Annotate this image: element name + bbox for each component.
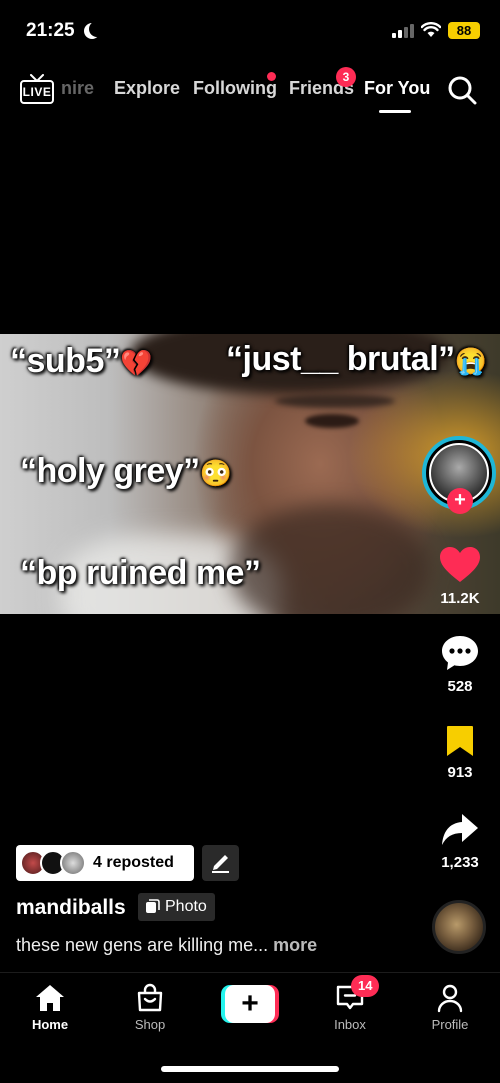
friends-badge: 3: [336, 67, 356, 87]
inbox-badge: 14: [351, 975, 380, 997]
tab-explore[interactable]: Explore: [114, 78, 180, 99]
active-tab-indicator: [379, 110, 411, 113]
share-arrow-icon: [442, 814, 478, 845]
like-count: 11.2K: [440, 590, 480, 607]
status-bar: 21:25 88: [0, 0, 500, 60]
more-link[interactable]: more: [273, 935, 317, 955]
search-icon[interactable]: [447, 75, 477, 105]
moon-icon: [89, 21, 105, 37]
flushed-emoji: 😳: [199, 458, 232, 488]
wifi-icon: [421, 22, 441, 37]
follow-button[interactable]: +: [447, 488, 473, 514]
post-username[interactable]: mandiballs: [16, 896, 126, 920]
top-nav: LIVE nire Explore Following Friends 3 Fo…: [0, 60, 500, 120]
photo-caption-4: “bp ruined me”: [20, 554, 261, 592]
bookmark-count: 913: [447, 764, 473, 781]
creator-avatar[interactable]: +: [422, 436, 496, 514]
tab-nire[interactable]: nire: [61, 78, 94, 99]
photo-type-tag: Photo: [138, 893, 215, 921]
battery-indicator: 88: [448, 22, 480, 39]
repost-avatar-3: [60, 850, 86, 876]
comment-icon: [442, 636, 478, 670]
pencil-icon: [212, 855, 229, 873]
profile-icon: [437, 984, 463, 1013]
nav-home[interactable]: Home: [10, 983, 90, 1032]
comment-count: 528: [447, 678, 473, 695]
like-button[interactable]: 11.2K: [420, 546, 500, 607]
nav-shop[interactable]: Shop: [110, 983, 190, 1032]
share-count: 1,233: [441, 854, 479, 871]
photo-stack-icon: [146, 899, 160, 913]
photo-caption-2: “just__ brutal”😭: [226, 340, 487, 378]
nav-profile[interactable]: Profile: [410, 983, 490, 1032]
photo-caption-3: “holy grey”😳: [20, 452, 232, 490]
tab-following[interactable]: Following: [193, 78, 277, 99]
share-button[interactable]: 1,233: [420, 812, 500, 871]
bookmark-button[interactable]: 913: [420, 724, 500, 781]
plus-icon: +: [225, 985, 275, 1023]
post-description[interactable]: these new gens are killing me... more: [16, 935, 317, 956]
live-button[interactable]: LIVE: [20, 74, 56, 104]
comment-button[interactable]: 528: [420, 634, 500, 695]
tab-for-you[interactable]: For You: [364, 78, 430, 99]
signal-icon: [392, 24, 414, 38]
repost-pill[interactable]: 4 reposted: [16, 845, 194, 881]
broken-heart-emoji: 💔: [120, 348, 153, 378]
bookmark-icon: [447, 726, 473, 756]
repost-label: 4 reposted: [93, 854, 174, 871]
crying-emoji: 😭: [454, 346, 487, 376]
shopping-bag-icon: [137, 983, 163, 1012]
photo-caption-1: “sub5”💔: [10, 342, 153, 380]
status-time: 21:25: [26, 20, 75, 41]
music-disc[interactable]: [432, 900, 486, 954]
create-button[interactable]: +: [221, 985, 279, 1023]
following-new-dot: [267, 72, 276, 81]
heart-icon: [440, 547, 480, 582]
home-indicator: [161, 1066, 339, 1072]
edit-button[interactable]: [202, 845, 239, 881]
home-icon: [36, 985, 64, 1011]
live-label: LIVE: [20, 80, 54, 104]
